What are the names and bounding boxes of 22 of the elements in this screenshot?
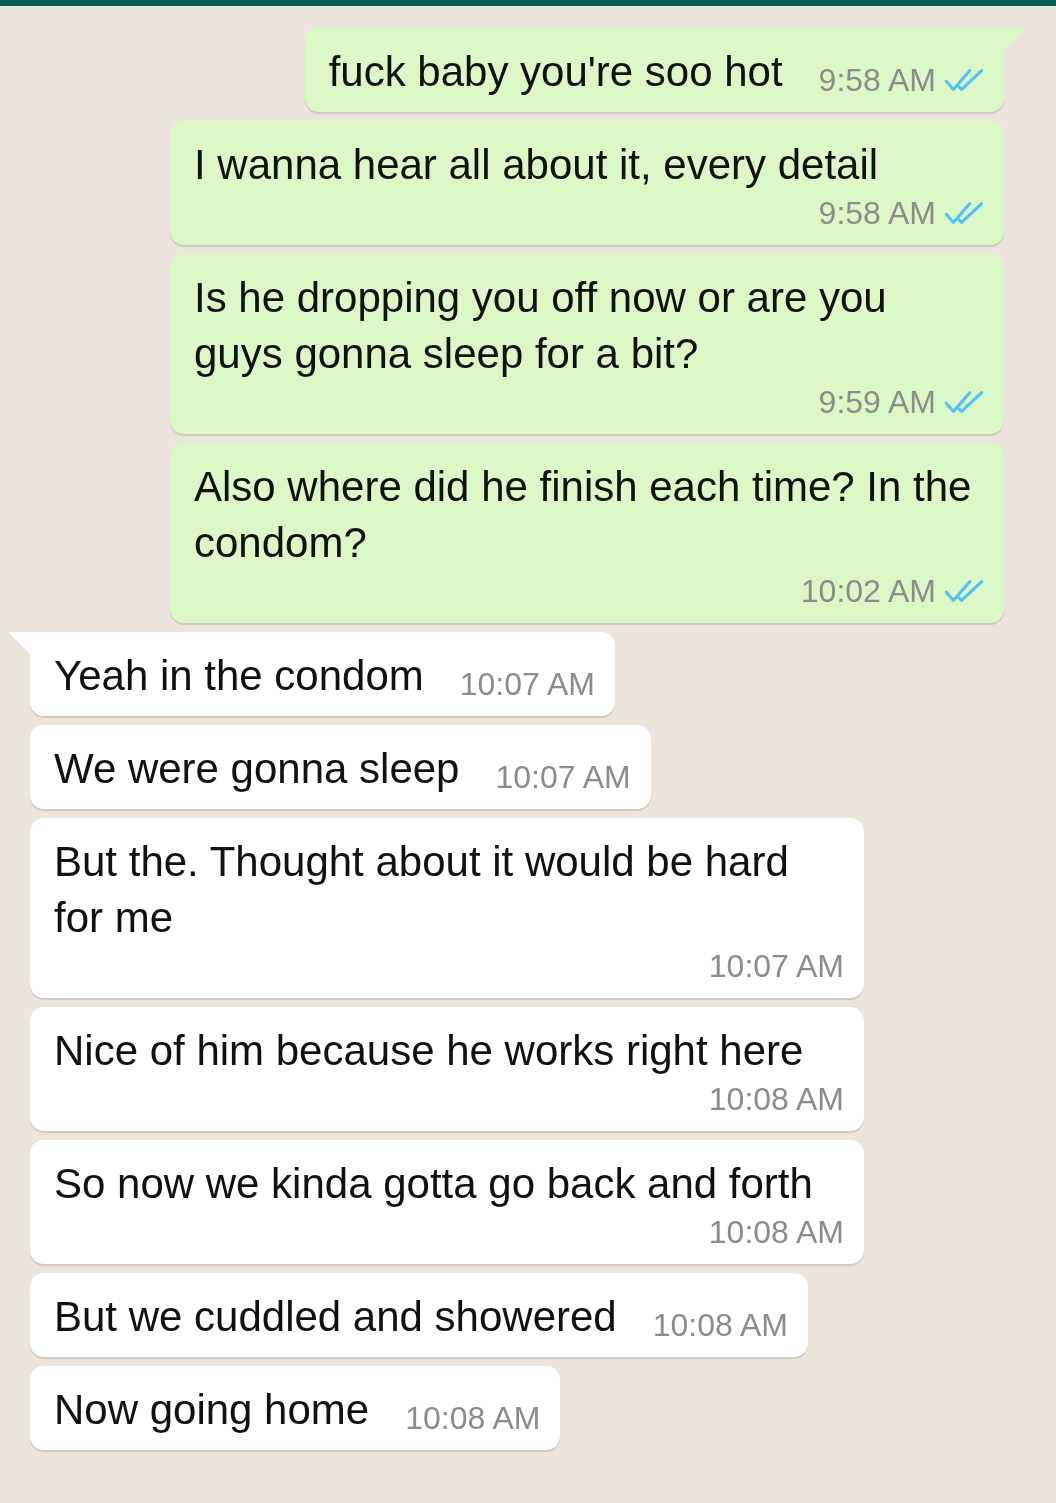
message-time: 9:58 AM xyxy=(818,61,936,100)
message-time: 10:02 AM xyxy=(800,572,936,611)
message-text: We were gonna sleep xyxy=(54,744,460,794)
message-time: 9:58 AM xyxy=(818,194,936,233)
message-time: 9:59 AM xyxy=(818,383,936,422)
message-text: Now going home xyxy=(54,1385,370,1435)
message-text: But the. Thought about it would be hard for me xyxy=(54,837,790,943)
message-text: Also where did he finish each time? In the condom? xyxy=(194,462,973,568)
message-time: 10:07 AM xyxy=(459,665,595,704)
message-time: 10:07 AM xyxy=(708,947,844,986)
message-text: I wanna hear all about it, every detail xyxy=(194,140,879,190)
message-time: 10:08 AM xyxy=(652,1306,788,1345)
message-time: 10:08 AM xyxy=(708,1080,844,1119)
message-text: fuck baby you're soo hot xyxy=(328,47,783,97)
message-text: But we cuddled and showered xyxy=(54,1292,617,1342)
message-text: Is he dropping you off now or are you guys gonna sleep for a bit? xyxy=(194,273,888,379)
message-text: So now we kinda gotta go back and forth xyxy=(54,1159,813,1209)
message-time: 10:08 AM xyxy=(708,1213,844,1252)
message-time: 10:07 AM xyxy=(495,758,631,797)
message-text: Nice of him because he works right here xyxy=(54,1026,804,1076)
message-text: Yeah in the condom xyxy=(54,651,424,701)
message-time: 10:08 AM xyxy=(405,1399,541,1438)
